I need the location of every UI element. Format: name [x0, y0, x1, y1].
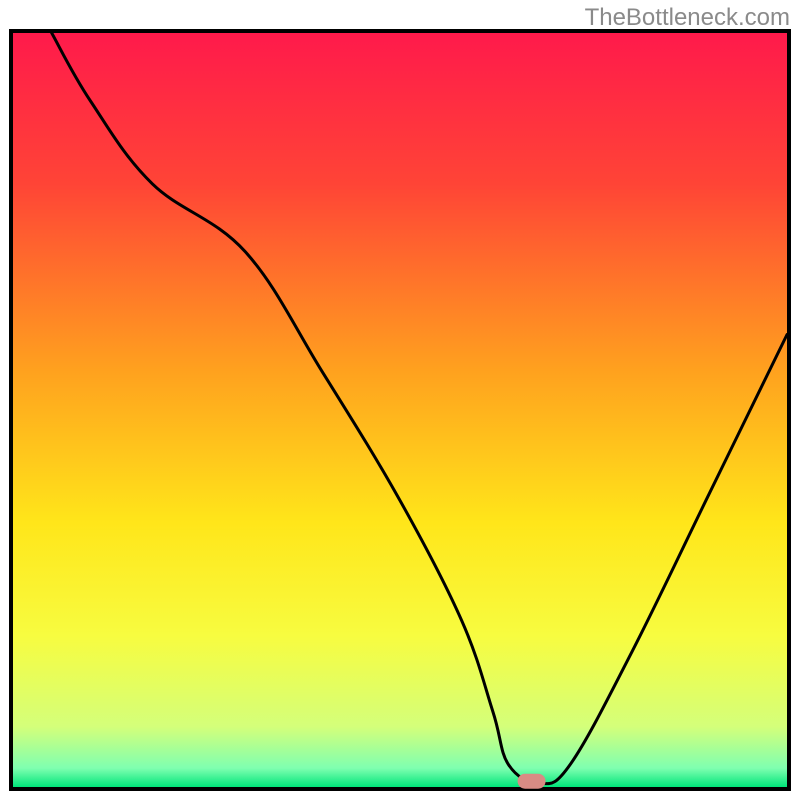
- watermark-text: TheBottleneck.com: [585, 4, 790, 32]
- optimal-marker: [518, 774, 546, 789]
- plot-background: [13, 33, 787, 787]
- bottleneck-chart: [0, 0, 800, 800]
- chart-frame: TheBottleneck.com: [0, 0, 800, 800]
